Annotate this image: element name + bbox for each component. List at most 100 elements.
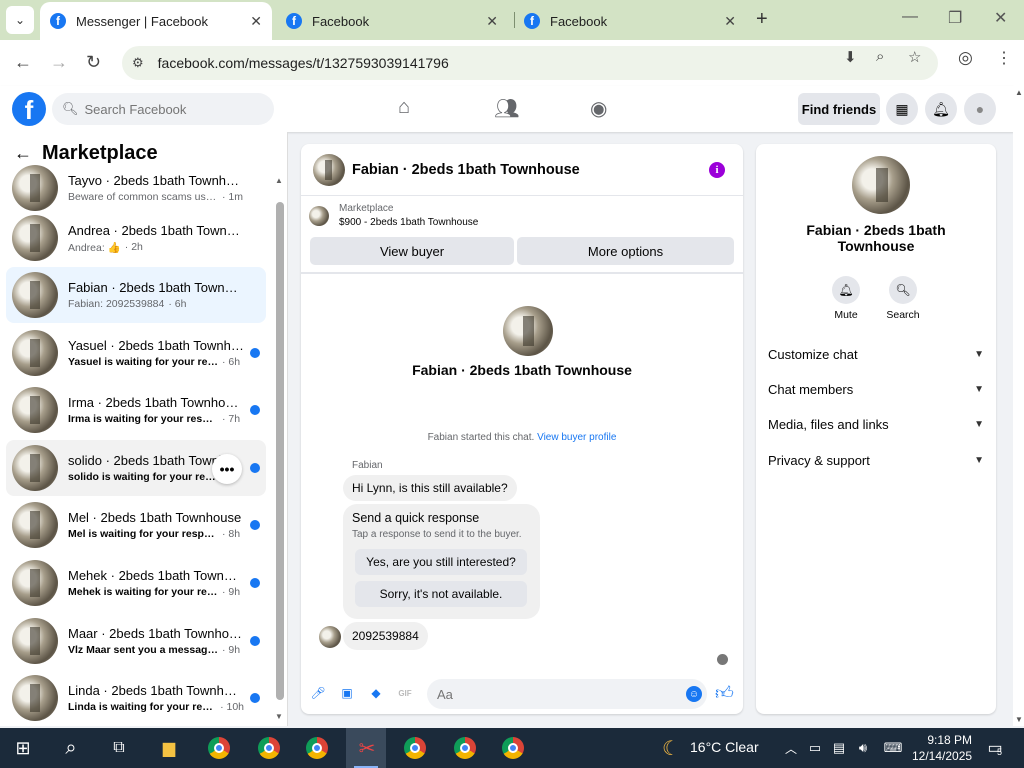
keyboard-icon[interactable]: ⌨ — [880, 736, 906, 760]
find-friends-button[interactable]: Find friends — [798, 93, 880, 125]
avatar[interactable] — [313, 153, 345, 186]
tab-search-button[interactable]: ⌄ — [6, 6, 34, 34]
chat-item-irma[interactable]: Irma · 2beds 1bath Townhouse Irma is wai… — [6, 382, 266, 438]
close-tab-icon[interactable]: ✕ — [486, 13, 498, 30]
window-close-icon[interactable]: ✕ — [994, 8, 1007, 28]
site-info-icon[interactable]: ⚙ — [132, 55, 144, 71]
chat-item-yasuel[interactable]: Yasuel · 2beds 1bath Townhouse Yasuel is… — [6, 325, 266, 381]
conversation-title[interactable]: Fabian · 2beds 1bath Townhouse — [352, 162, 580, 178]
message-input[interactable] — [437, 686, 667, 702]
reload-icon[interactable]: ↻ — [86, 52, 101, 73]
chat-list-scrollbar[interactable]: ▲ ▼ — [274, 176, 286, 721]
bell-icon[interactable]: 🔔︎ — [832, 276, 860, 304]
chrome-app-icon[interactable] — [452, 736, 478, 760]
customize-chat-section[interactable]: Customize chat ▼ — [768, 343, 984, 365]
new-tab-icon[interactable]: + — [756, 8, 768, 31]
search-icon[interactable]: ⌕ — [58, 736, 84, 760]
profile-avatar[interactable] — [503, 306, 553, 356]
chat-item-mehek[interactable]: Mehek · 2beds 1bath Townho... Mehek is w… — [6, 555, 266, 611]
browser-menu-icon[interactable]: ⋮ — [996, 48, 1012, 68]
view-buyer-button[interactable]: View buyer — [310, 237, 514, 265]
more-options-icon[interactable]: ••• — [212, 454, 242, 484]
back-icon[interactable]: ← — [14, 52, 32, 73]
marketplace-listing[interactable]: Marketplace $900 - 2beds 1bath Townhouse — [309, 202, 478, 230]
close-tab-icon[interactable]: ✕ — [250, 13, 262, 30]
message-input-box[interactable]: ☺ — [427, 679, 707, 709]
chat-item-andrea[interactable]: Andrea · 2beds 1bath Townhouse Andrea: 👍… — [6, 210, 266, 266]
tab-facebook-1[interactable]: f Facebook ✕ — [276, 2, 508, 40]
chrome-app-icon[interactable] — [206, 736, 232, 760]
scroll-down-icon[interactable]: ▼ — [1015, 715, 1023, 724]
media-files-links-section[interactable]: Media, files and links ▼ — [768, 413, 984, 435]
page-scrollbar[interactable]: ▲ ▼ — [1013, 86, 1024, 726]
search-action[interactable]: 🔍︎ Search — [878, 276, 928, 321]
forward-icon[interactable]: → — [50, 52, 68, 73]
quick-response-sorry-button[interactable]: Sorry, it's not available. — [355, 581, 527, 607]
system-clock[interactable]: 9:18 PM 12/14/2025 — [912, 732, 972, 764]
facebook-search[interactable]: 🔍︎ — [52, 93, 274, 125]
profile-icon[interactable]: ◎ — [958, 48, 973, 68]
volume-icon[interactable]: 🔊︎ — [850, 736, 876, 760]
info-avatar[interactable] — [852, 156, 910, 214]
tab-facebook-2[interactable]: f Facebook ✕ — [514, 2, 746, 40]
zoom-icon[interactable]: ⌕ — [876, 48, 884, 65]
notifications-icon[interactable]: 🔔︎ — [925, 93, 957, 125]
message-bubble[interactable]: Hi Lynn, is this still available? — [343, 475, 517, 501]
install-app-icon[interactable]: ⬇ — [844, 48, 857, 66]
view-buyer-profile-link[interactable]: View buyer profile — [537, 432, 616, 443]
bookmark-star-icon[interactable]: ☆ — [908, 48, 921, 66]
photo-icon[interactable]: ▣ — [338, 684, 356, 702]
chrome-app-icon[interactable] — [500, 736, 526, 760]
weather-moon-icon[interactable]: ☾ — [658, 736, 684, 760]
weather-text[interactable]: 16°C Clear — [690, 739, 759, 755]
chat-item-linda[interactable]: Linda · 2beds 1bath Townhouse Linda is w… — [6, 670, 266, 726]
minimize-icon[interactable]: — — [902, 8, 918, 26]
notification-center-icon[interactable]: ▭ — [982, 736, 1008, 760]
windows-start-icon[interactable]: ⊞ — [10, 736, 36, 760]
friends-icon[interactable]: 👥︎ — [494, 96, 519, 121]
gif-icon[interactable]: GIF — [396, 684, 414, 702]
microphone-icon[interactable]: 🎤︎ — [309, 684, 327, 702]
file-explorer-icon[interactable]: ▆ — [156, 736, 182, 760]
restore-icon[interactable]: ❐ — [948, 8, 962, 28]
menu-grid-icon[interactable]: ▦ — [886, 93, 918, 125]
scrollbar-thumb[interactable] — [276, 202, 284, 700]
info-icon[interactable]: i — [709, 162, 725, 178]
sender-avatar[interactable] — [319, 626, 341, 648]
hidden-icons-chevron-icon[interactable]: ︿ — [778, 736, 804, 760]
quick-response-yes-button[interactable]: Yes, are you still interested? — [355, 549, 527, 575]
chat-item-maar[interactable]: Maar · 2beds 1bath Townhouse Vlz Maar se… — [6, 613, 266, 669]
chat-item-solido[interactable]: solido · 2beds 1bath Townh solido is wai… — [6, 440, 266, 496]
chat-item-fabian[interactable]: Fabian · 2beds 1bath Townhouse Fabian: 2… — [6, 267, 266, 323]
chat-item-tayvo[interactable]: Tayvo · 2beds 1bath Townhouse Beware of … — [6, 160, 266, 216]
url-text[interactable]: facebook.com/messages/t/1327593039141796 — [158, 55, 449, 71]
close-tab-icon[interactable]: ✕ — [724, 13, 736, 30]
emoji-icon[interactable]: ☺ — [686, 686, 702, 702]
chrome-app-icon[interactable] — [304, 736, 330, 760]
home-icon[interactable]: ⌂ — [398, 96, 410, 119]
account-avatar-icon[interactable]: ● — [964, 93, 996, 125]
message-bubble[interactable]: 2092539884 — [343, 622, 428, 650]
groups-icon[interactable]: ◉ — [590, 96, 607, 121]
like-thumb-icon[interactable]: 👍︎ — [715, 682, 734, 704]
meet-icon[interactable]: ▭ — [802, 736, 828, 760]
chrome-app-icon[interactable] — [402, 736, 428, 760]
scroll-up-icon[interactable]: ▲ — [275, 176, 283, 185]
mute-action[interactable]: 🔔︎ Mute — [821, 276, 871, 321]
privacy-support-section[interactable]: Privacy & support ▼ — [768, 449, 984, 471]
search-input[interactable] — [84, 101, 255, 117]
facebook-logo[interactable]: f — [12, 92, 46, 126]
sticker-icon[interactable]: ◆ — [367, 684, 385, 702]
omnibox[interactable]: ⚙ facebook.com/messages/t/13275930391417… — [122, 46, 938, 80]
search-icon[interactable]: 🔍︎ — [889, 276, 917, 304]
scroll-down-icon[interactable]: ▼ — [275, 712, 283, 721]
more-options-button[interactable]: More options — [517, 237, 734, 265]
chrome-app-icon[interactable] — [256, 736, 282, 760]
chat-item-mel[interactable]: Mel · 2beds 1bath Townhouse Mel is waiti… — [6, 497, 266, 553]
pinned-app-icon[interactable]: ✂ — [354, 736, 380, 760]
tab-messenger[interactable]: f Messenger | Facebook ✕ — [40, 2, 272, 40]
chat-members-section[interactable]: Chat members ▼ — [768, 378, 984, 400]
network-icon[interactable]: ▤ — [826, 736, 852, 760]
task-view-icon[interactable]: ⧉ — [106, 736, 132, 760]
scroll-up-icon[interactable]: ▲ — [1015, 88, 1023, 97]
